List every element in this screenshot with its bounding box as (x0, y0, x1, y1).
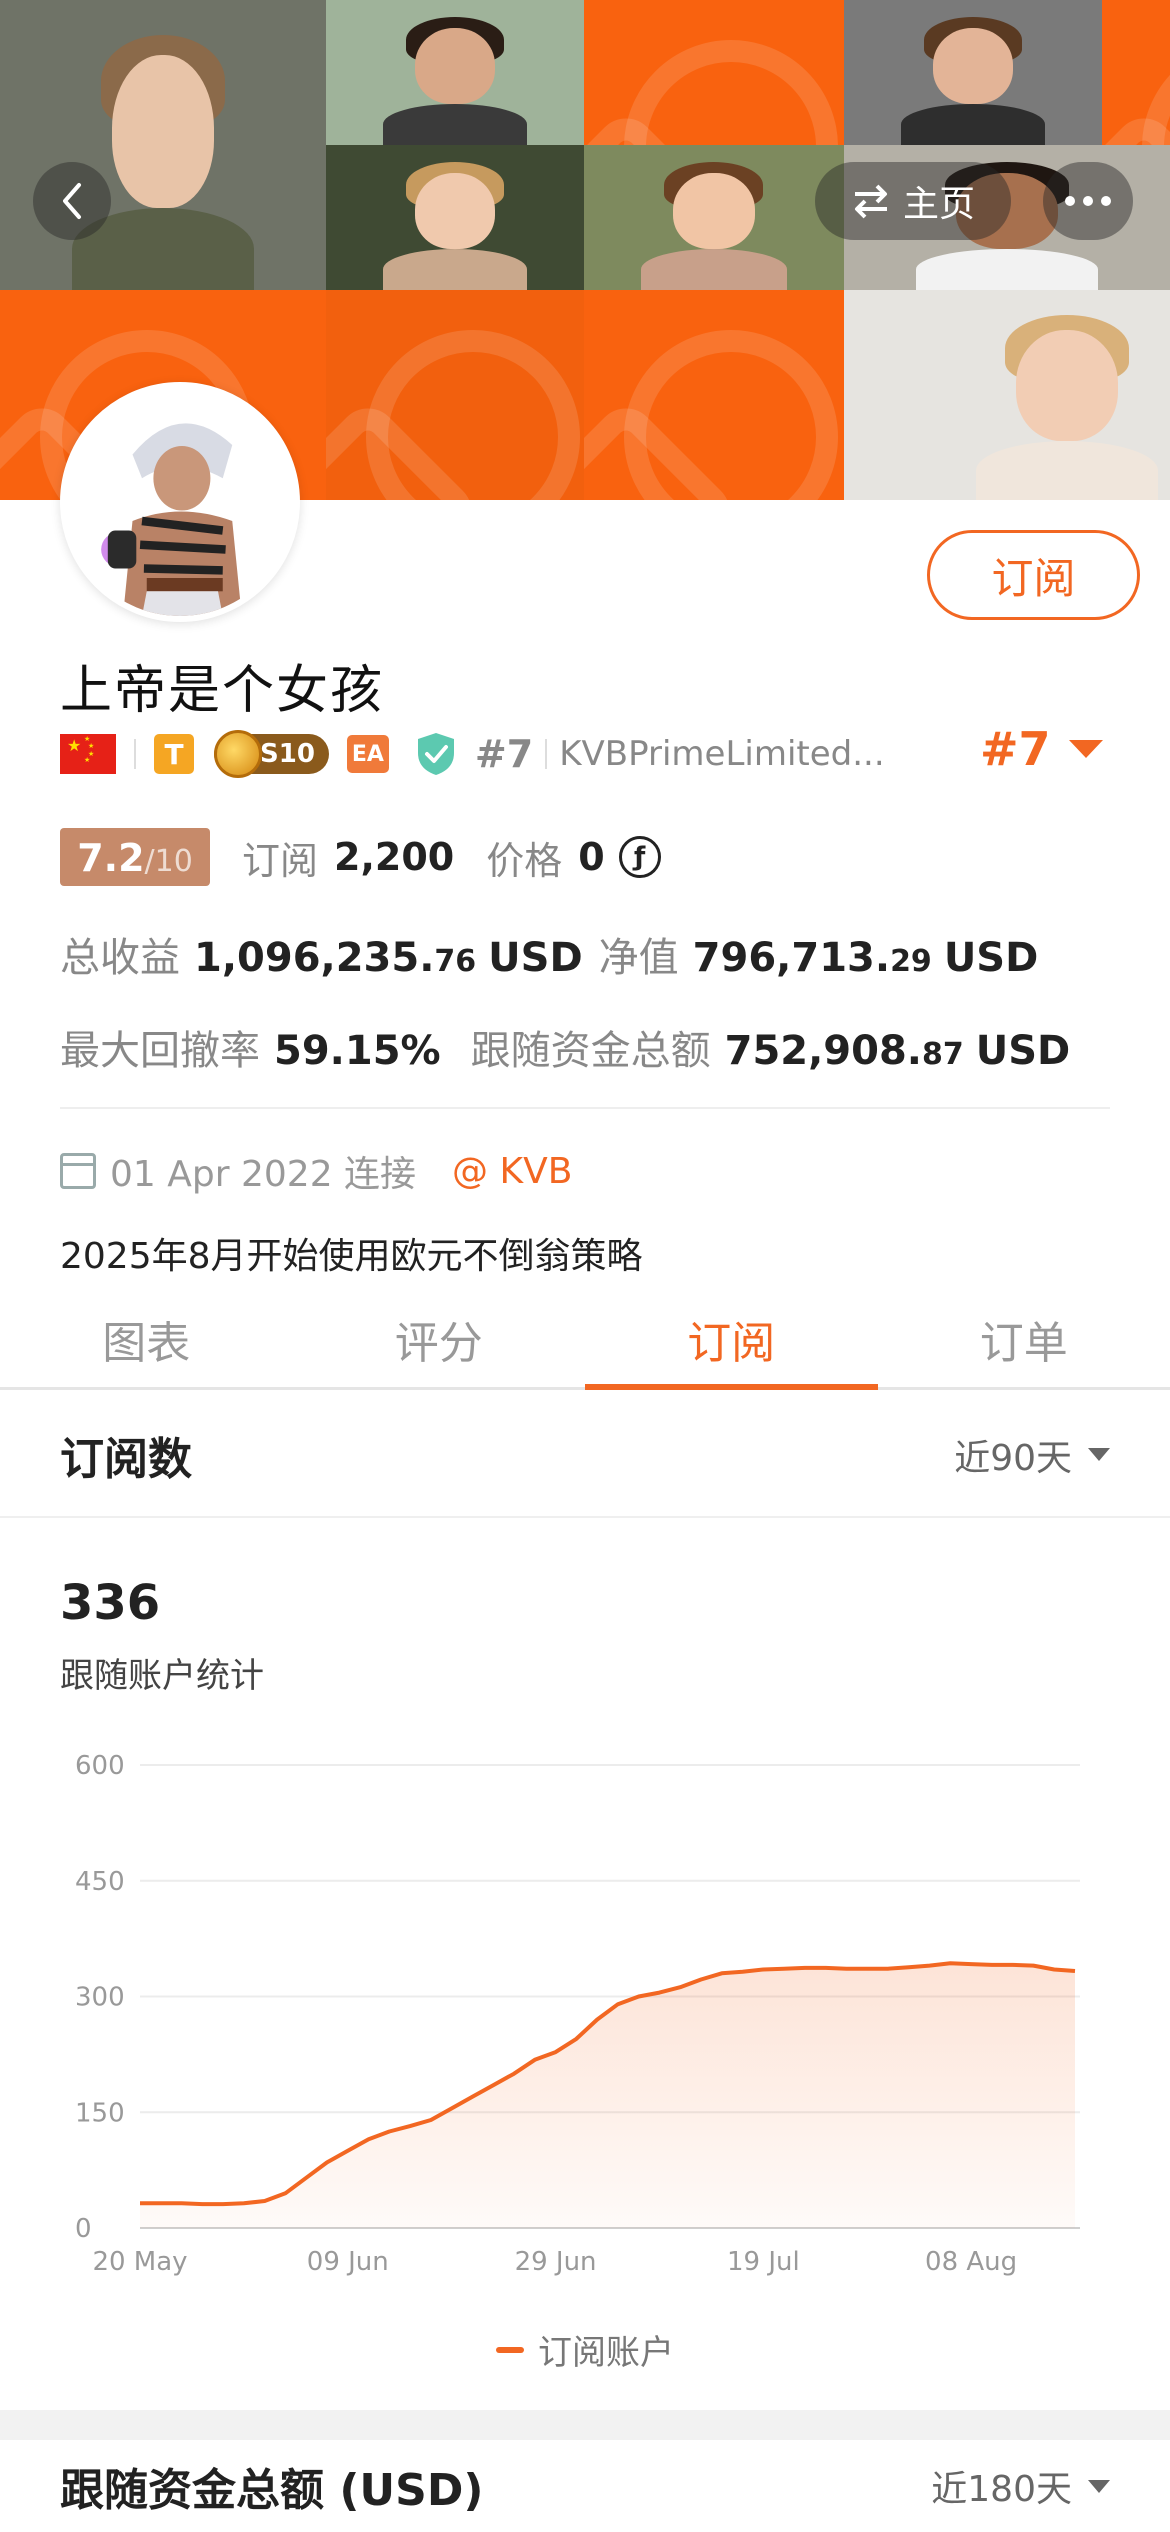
max-drawdown-value: 59.15% (274, 1028, 441, 1074)
stats-row-rating: 7.2 /10 订阅 2,200 价格 0 ƒ (60, 828, 661, 886)
follower-count: 336 (60, 1575, 161, 1631)
caret-down-icon (1068, 740, 1103, 758)
net-value-label: 净值 (598, 935, 679, 981)
range-selector[interactable]: 近90天 (954, 1429, 1110, 1481)
funds-section-header: 跟随资金总额 (USD) 近180天 (0, 2440, 1170, 2532)
broker-link[interactable]: @ KVB (452, 1151, 572, 1192)
tab-bar: 图表 评分 订阅 订单 (0, 1290, 1170, 1390)
stats-row-drawdown: 最大回撤率 59.15% 跟随资金总额 752,908.87 USD (60, 1018, 1070, 1076)
banner-photo-tile (844, 0, 1102, 145)
avatar[interactable] (60, 382, 300, 622)
legend-swatch (496, 2346, 524, 2353)
banner-photo-tile (844, 290, 1170, 500)
x-tick-label: 09 Jun (307, 2247, 389, 2277)
total-profit-value: 1,096,235.76 (194, 935, 477, 981)
chart-legend[interactable]: 订阅账户 (0, 2325, 1170, 2374)
caret-down-icon (1088, 1448, 1110, 1461)
banner-photo-tile (326, 0, 584, 145)
subscribe-button[interactable]: 订阅 (927, 530, 1140, 620)
banner-photo-tile (584, 145, 844, 290)
china-flag-icon: ★ ★ ★ ★ ★ (60, 734, 116, 774)
subscriptions-section-header: 订阅数 近90天 (0, 1393, 1170, 1518)
chevron-left-icon (63, 183, 81, 219)
subscriptions-label: 订阅 (242, 838, 319, 883)
score-max: /10 (144, 844, 193, 879)
level-badge: S10 (214, 730, 329, 778)
banner-pattern-tile (326, 290, 584, 500)
max-drawdown-label: 最大回撤率 (60, 1028, 260, 1074)
follow-funds-currency: USD (975, 1028, 1071, 1074)
range-selector[interactable]: 近180天 (931, 2460, 1110, 2512)
back-button[interactable] (33, 162, 111, 240)
subscriptions-chart: 0 150 300 450 600 20 May 09 Jun 29 Jun 19 Jul 08 … (75, 1751, 1080, 2277)
section-title: 跟随资金总额 (USD) (60, 2465, 484, 2516)
series-area (140, 1963, 1075, 2228)
rank-value: #7 (980, 722, 1051, 776)
caret-down-icon (1088, 2479, 1110, 2493)
rank-dropdown[interactable]: #7 (980, 722, 1103, 776)
currency-coin-icon: ƒ (618, 836, 661, 878)
bio-text: 2025年8月开始使用欧元不倒翁策略 (60, 1236, 643, 1277)
section-title: 订阅数 (60, 1433, 192, 1485)
tab-chart[interactable]: 图表 (0, 1290, 293, 1387)
banner-pattern-tile (584, 0, 844, 145)
x-tick-label: 29 Jun (515, 2247, 597, 2277)
tab-orders[interactable]: 订单 (878, 1290, 1170, 1387)
follow-funds-value: 752,908.87 (724, 1028, 964, 1074)
verified-shield-icon (417, 733, 454, 775)
banner-pattern-tile (1102, 0, 1170, 145)
calendar-icon (60, 1153, 96, 1189)
price-label: 价格 (486, 838, 563, 883)
net-value-currency: USD (943, 935, 1039, 981)
total-profit-currency: USD (488, 935, 583, 981)
divider (60, 1107, 1110, 1109)
banner-photo-tile (326, 145, 584, 290)
home-button[interactable]: 主页 (815, 162, 1011, 240)
diamond-icon (214, 730, 262, 778)
home-button-label: 主页 (902, 184, 975, 225)
rank-label: #7 (474, 732, 534, 776)
swap-arrows-icon (854, 184, 887, 219)
follow-funds-label: 跟随资金总额 (470, 1028, 711, 1074)
y-tick-label: 150 (75, 2098, 125, 2128)
x-tick-label: 20 May (92, 2247, 187, 2277)
badges-row: ★ ★ ★ ★ ★ T S10 EA #7 KVBPrimeLimited... (60, 728, 885, 780)
avatar-illustration (66, 388, 294, 616)
score-badge: 7.2 /10 (60, 828, 210, 886)
banner-photo-tile (0, 0, 326, 290)
tab-subscriptions[interactable]: 订阅 (585, 1290, 878, 1390)
subscriptions-value: 2,200 (334, 835, 455, 879)
tab-rating[interactable]: 评分 (293, 1290, 586, 1387)
x-tick-label: 08 Aug (925, 2247, 1017, 2277)
y-tick-label: 300 (75, 1983, 125, 2013)
banner-pattern-tile (584, 290, 844, 500)
total-profit-label: 总收益 (60, 935, 180, 981)
section-gap (0, 2410, 1170, 2440)
connection-date: 01 Apr 2022 连接 (110, 1154, 417, 1195)
more-button[interactable] (1043, 162, 1133, 240)
net-value-value: 796,713.29 (692, 935, 932, 981)
user-name: 上帝是个女孩 (60, 661, 385, 721)
ea-badge: EA (346, 735, 389, 773)
ellipsis-icon (1065, 196, 1075, 206)
y-tick-label: 600 (75, 1751, 125, 1781)
follower-count-label: 跟随账户统计 (60, 1656, 264, 1696)
legend-label: 订阅账户 (538, 2333, 674, 2373)
y-tick-label: 450 (75, 1867, 125, 1897)
broker-name[interactable]: KVBPrimeLimited... (559, 734, 884, 774)
score-value: 7.2 (77, 836, 145, 880)
stats-row-profit: 总收益 1,096,235.76 USD 净值 796,713.29 USD (60, 925, 1038, 983)
connection-info: 01 Apr 2022 连接 @ KVB (60, 1145, 572, 1197)
trader-badge: T (154, 734, 194, 774)
y-tick-label: 0 (75, 2214, 92, 2244)
x-tick-label: 19 Jul (727, 2247, 800, 2277)
price-value: 0 (578, 835, 605, 879)
